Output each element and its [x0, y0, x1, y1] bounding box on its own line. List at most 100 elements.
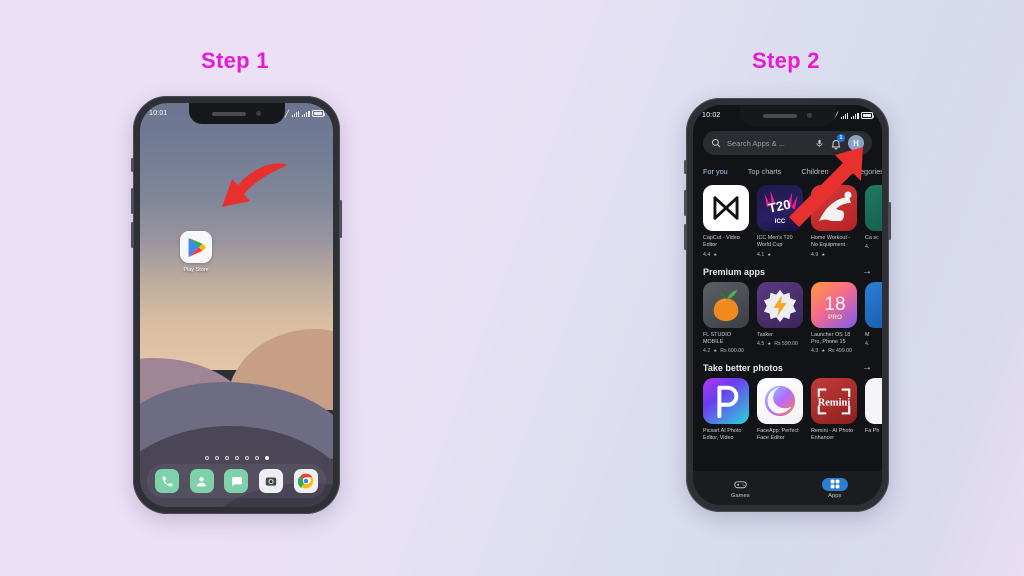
silent-switch-2[interactable]: [684, 160, 687, 174]
tab-top-charts[interactable]: Top charts: [748, 167, 782, 176]
nav-item-games[interactable]: Games: [710, 478, 770, 499]
grid-icon: [821, 477, 848, 491]
earpiece-speaker-2: [762, 113, 797, 118]
app-rating: 4.5: [757, 340, 765, 347]
app-name: Remini - AI Photo Enhancer: [811, 428, 853, 442]
battery-icon-2: [861, 112, 874, 119]
notch-2: [739, 105, 836, 126]
silent-switch[interactable]: [131, 158, 134, 172]
battery-icon: [312, 110, 325, 117]
star-icon: ★: [767, 340, 772, 346]
wifi-icon: ╱: [284, 110, 290, 118]
status-time-2: 10:02: [702, 112, 721, 119]
app-name: FL STUDIO MOBILE: [703, 331, 731, 345]
app-card[interactable]: Tasker 4.5 ★ Rs 590.00: [757, 281, 803, 355]
play-store-icon[interactable]: [180, 231, 212, 263]
app-name: Tasker: [757, 331, 773, 338]
status-time: 10:01: [149, 110, 168, 117]
volume-up-button[interactable]: [131, 188, 134, 214]
app-row-premium: FL STUDIO MOBILE 4.2 ★ Rs 600.00 Tasker 4.…: [693, 281, 882, 355]
phone-mockup-step-1: 10:01 ╱ Play Store: [131, 96, 342, 514]
app-name: Ca sc: [865, 235, 879, 241]
app-card[interactable]: 18 PRO Launcher OS 18 Pro, Phone 15 4.3 ★ R…: [811, 281, 857, 355]
app-meta: 4.5 ★ Rs 590.00: [757, 341, 803, 347]
app-icon-fl-studio[interactable]: [703, 281, 749, 328]
volume-up-button-2[interactable]: [684, 190, 687, 216]
app-name: CapCut - Video Editor: [703, 235, 740, 249]
tab-for-you[interactable]: For you: [703, 167, 728, 179]
section-header-premium-apps: Premium apps →: [693, 266, 882, 277]
camera-icon[interactable]: [259, 469, 284, 493]
app-card[interactable]: FL STUDIO MOBILE 4.2 ★ Rs 600.00: [703, 281, 749, 354]
app-card[interactable]: Picsart AI Photo Editor, Video: [703, 378, 749, 443]
messages-icon[interactable]: [224, 469, 249, 493]
app-rating: 4.: [865, 340, 870, 347]
app-icon-tasker[interactable]: [757, 281, 803, 328]
phone-2-screen: 10:02 ╱ Search Apps & ... 1 H For you To…: [693, 105, 882, 505]
arrow-right-icon[interactable]: →: [862, 266, 872, 277]
notch: [188, 103, 285, 124]
app-icon-picsart[interactable]: [703, 378, 749, 425]
signal-icon-3: [840, 112, 849, 119]
power-button[interactable]: [339, 200, 342, 238]
app-meta: 4.4 ★: [703, 252, 749, 258]
app-icon-capcut[interactable]: [703, 185, 749, 231]
star-icon: ★: [821, 251, 826, 257]
app-meta: 4.1 ★: [757, 252, 803, 258]
nav-label-games: Games: [730, 492, 750, 499]
app-price: Rs 499.00: [828, 348, 852, 355]
notification-badge: 1: [837, 134, 845, 142]
section-title: Premium apps: [703, 266, 766, 277]
app-price: Rs 600.00: [720, 348, 744, 355]
front-camera-icon: [255, 110, 262, 117]
app-name: FaceApp: Perfect Face Editor: [757, 428, 799, 442]
bottom-navigation: Games Apps: [693, 471, 882, 505]
app-rating: 4.9: [811, 251, 819, 258]
star-icon: ★: [767, 251, 772, 257]
app-name: Picsart AI Photo Editor, Video: [703, 428, 742, 442]
volume-down-button[interactable]: [131, 222, 134, 248]
star-icon: ★: [713, 251, 718, 257]
app-meta: 4.2 ★ Rs 600.00: [703, 348, 749, 354]
play-store-label: Play Store: [183, 267, 209, 273]
app-icon-launcher-os18[interactable]: 18 PRO: [811, 281, 857, 328]
app-price: Rs 590.00: [774, 340, 798, 347]
app-name: Home Workout - No Equipment: [811, 235, 851, 249]
signal-icon-4: [850, 112, 859, 119]
red-arrow-step-2: [789, 147, 863, 227]
app-card[interactable]: FaceApp: Perfect Face Editor: [757, 378, 803, 443]
app-rating: 4.: [865, 244, 870, 251]
app-card-partial[interactable]: Fa Ph: [865, 378, 882, 443]
nav-item-apps[interactable]: Apps: [805, 477, 865, 499]
app-card[interactable]: CapCut - Video Editor 4.4 ★: [703, 185, 749, 258]
home-page-indicator[interactable]: [140, 456, 333, 460]
app-name: M: [865, 331, 870, 338]
nav-label-apps: Apps: [828, 492, 842, 499]
play-store-app: 10:02 ╱ Search Apps & ... 1 H For you To…: [693, 105, 882, 505]
step-2-label: Step 2: [752, 48, 820, 73]
svg-text:18: 18: [824, 294, 845, 315]
app-icon-remini[interactable]: Remini: [811, 378, 857, 425]
phone-1-screen: 10:01 ╱ Play Store: [140, 103, 333, 507]
star-icon: ★: [821, 348, 826, 354]
play-store-app-shortcut[interactable]: Play Store: [173, 231, 219, 273]
app-icon-partial-2[interactable]: [865, 281, 882, 328]
contacts-icon[interactable]: [189, 469, 214, 493]
app-icon-faceapp[interactable]: [757, 378, 803, 425]
front-camera-icon-2: [806, 112, 813, 119]
gamepad-icon: [727, 478, 753, 491]
star-icon: ★: [713, 348, 718, 354]
app-card-partial[interactable]: M 4.: [865, 281, 882, 355]
app-card[interactable]: Remini Remini - AI Photo Enhancer: [811, 378, 857, 443]
power-button-2[interactable]: [888, 202, 891, 240]
volume-down-button-2[interactable]: [684, 224, 687, 250]
app-rating: 4.4: [703, 251, 711, 258]
phone-icon[interactable]: [155, 469, 180, 493]
earpiece-speaker: [211, 111, 246, 116]
chrome-icon[interactable]: [293, 469, 318, 493]
signal-icon: [291, 110, 300, 117]
arrow-right-icon[interactable]: →: [862, 363, 872, 373]
app-rating: 4.2: [703, 348, 711, 355]
app-name: ICC Men's T20 World Cup: [757, 235, 793, 249]
app-icon-partial-3[interactable]: [865, 378, 882, 425]
